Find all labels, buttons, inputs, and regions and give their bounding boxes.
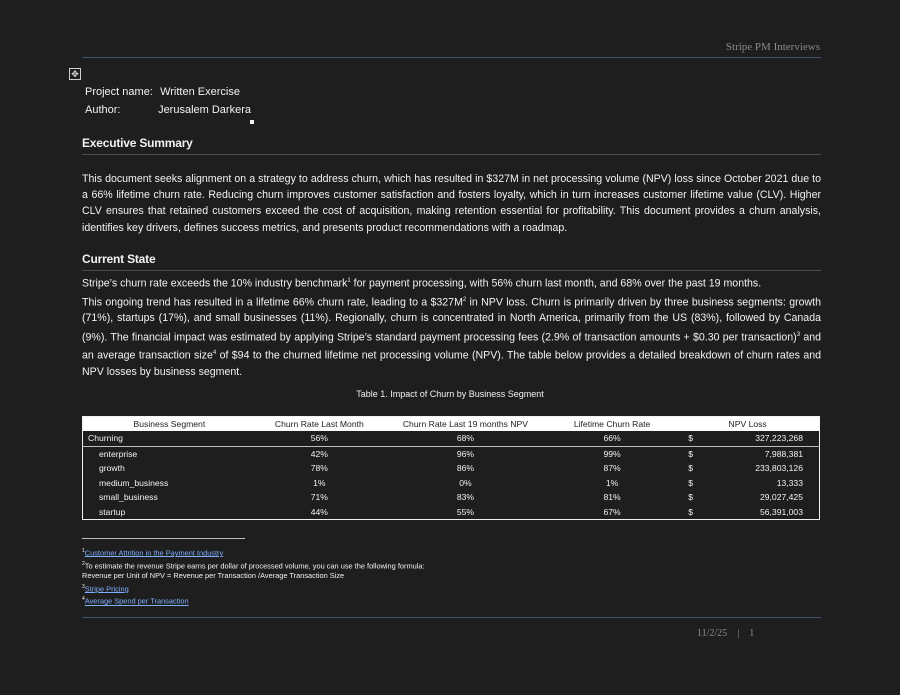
executive-summary-heading: Executive Summary [82,136,821,155]
footnote-4: 4Average Spend per Transaction [82,594,425,607]
cell-segment: medium_business [99,477,169,488]
cell-last-19: 68% [382,431,548,447]
cell-last-month: 56% [255,431,383,447]
footer-rule [82,617,821,618]
header-lifetime-churn: Lifetime Churn Rate [547,416,677,431]
header-churn-last-month: Churn Rate Last Month [255,416,383,431]
cell-currency: $ [688,448,694,459]
project-name-value[interactable]: Written Exercise [160,86,240,98]
table-row: startup 44% 55% 67% $56,391,003 [83,505,820,520]
cell-lifetime: 66% [547,431,677,447]
cell-currency: $ [688,506,694,517]
footer: 11/2/25 | 1 [697,628,754,639]
cell-lifetime: 87% [603,463,621,474]
cell-currency: $ [688,463,694,474]
current-state-line-1: Stripe’s churn rate exceeds the 10% indu… [82,273,821,292]
table-row: growth 78% 86% 87% $233,803,126 [83,461,820,476]
cell-last-month: 78% [310,463,328,474]
cell-npv: $327,223,268 [676,431,820,447]
footnote-2-text: To estimate the revenue Stripe earns per… [84,561,425,571]
current-state-text-1a: Stripe’s churn rate exceeds the 10% indu… [82,277,348,290]
cell-lifetime: 67% [603,506,621,517]
cell-last-19: 0% [459,477,472,488]
churn-table[interactable]: Business Segment Churn Rate Last Month C… [82,416,820,520]
cell-npv: $56,391,003 [676,505,819,520]
cell-segment: enterprise [99,448,138,459]
cell-segment: small_business [99,492,158,503]
cell-npv-value: 327,223,268 [755,433,803,444]
footnote-3-link[interactable]: Stripe Pricing [85,584,129,593]
cell-last-month: 1% [313,477,326,488]
cell-currency: $ [688,477,694,488]
header-rule [82,57,821,58]
header-churn-last-19-months: Churn Rate Last 19 months NPV [382,416,548,431]
cell-lifetime: 81% [603,492,621,503]
author-value[interactable]: Jerusalem Darkera [158,104,251,116]
project-name-row: Project name: Written Exercise [85,86,240,98]
cell-npv: $233,803,126 [676,461,819,476]
footnote-2-formula: Revenue per Unit of NPV = Revenue per Tr… [82,571,345,581]
cell-lifetime: 1% [605,477,619,488]
cell-last-19: 83% [456,492,475,503]
table-row: enterprise 42% 96% 99% $7,988,381 [83,446,820,461]
footnote-2: 2To estimate the revenue Stripe earns pe… [82,559,425,572]
header-npv-loss: NPV Loss [676,416,820,431]
table-caption: Table 1. Impact of Churn by Business Seg… [356,389,544,399]
current-state-heading: Current State [82,252,821,271]
cell-lifetime: 99% [603,448,621,459]
footnote-separator [82,538,245,539]
table-resize-handle[interactable] [250,120,254,124]
current-state-paragraph[interactable]: Stripe’s churn rate exceeds the 10% indu… [82,273,821,380]
cell-last-month: 42% [310,448,328,459]
table-row: small_business 71% 83% 81% $29,027,425 [83,490,820,505]
header-label: Stripe PM Interviews [725,41,820,53]
cell-currency: $ [688,433,694,444]
cell-npv-value: 13,333 [776,477,803,488]
project-name-label: Project name: [85,86,153,98]
cell-npv: $7,988,381 [676,446,819,461]
cell-currency: $ [688,492,694,503]
cell-segment: Churning [82,431,256,447]
cell-last-19: 96% [456,448,475,459]
cell-last-month: 44% [310,506,328,517]
footnote-1: 1Customer Attrition in the Payment Indus… [82,546,425,559]
current-state-text-1b: for payment processing, with 56% churn l… [350,277,762,290]
footnotes: 1Customer Attrition in the Payment Indus… [82,546,425,607]
cell-npv: $13,333 [676,476,819,491]
footnote-1-link[interactable]: Customer Attrition in the Payment Indust… [85,548,223,557]
cell-npv: $29,027,425 [676,490,819,505]
table-row-group: Churning 56% 68% 66% $327,223,268 [82,431,820,447]
cell-npv-value: 29,027,425 [759,492,803,503]
current-state-body: This ongoing trend has resulted in a lif… [82,292,821,381]
table-row: medium_business 1% 0% 1% $13,333 [83,476,820,491]
footnote-4-link[interactable]: Average Spend per Transaction [85,597,189,606]
cell-last-month: 71% [310,492,328,503]
table-header-row: Business Segment Churn Rate Last Month C… [82,416,820,431]
table-move-handle-icon[interactable]: ✥ [69,68,81,80]
author-row: Author: Jerusalem Darkera [85,104,251,116]
cell-last-19: 55% [456,506,475,517]
cell-npv-value: 56,391,003 [759,506,803,517]
current-state-text-a: This ongoing trend has resulted in a lif… [82,296,463,309]
footer-separator: | [737,628,740,639]
cell-npv-value: 233,803,126 [755,463,803,474]
document-page: Stripe PM Interviews ✥ Project name: Wri… [0,0,900,695]
footer-date: 11/2/25 [697,628,728,639]
footnote-3: 3Stripe Pricing [82,582,425,595]
author-label: Author: [85,104,121,116]
executive-summary-paragraph[interactable]: This document seeks alignment on a strat… [82,171,821,236]
cell-last-19: 86% [456,463,475,474]
header-business-segment: Business Segment [82,416,256,431]
cell-segment: growth [99,463,125,474]
cell-segment: startup [99,506,126,517]
cell-npv-value: 7,988,381 [764,448,803,459]
page-number: 1 [749,628,755,639]
